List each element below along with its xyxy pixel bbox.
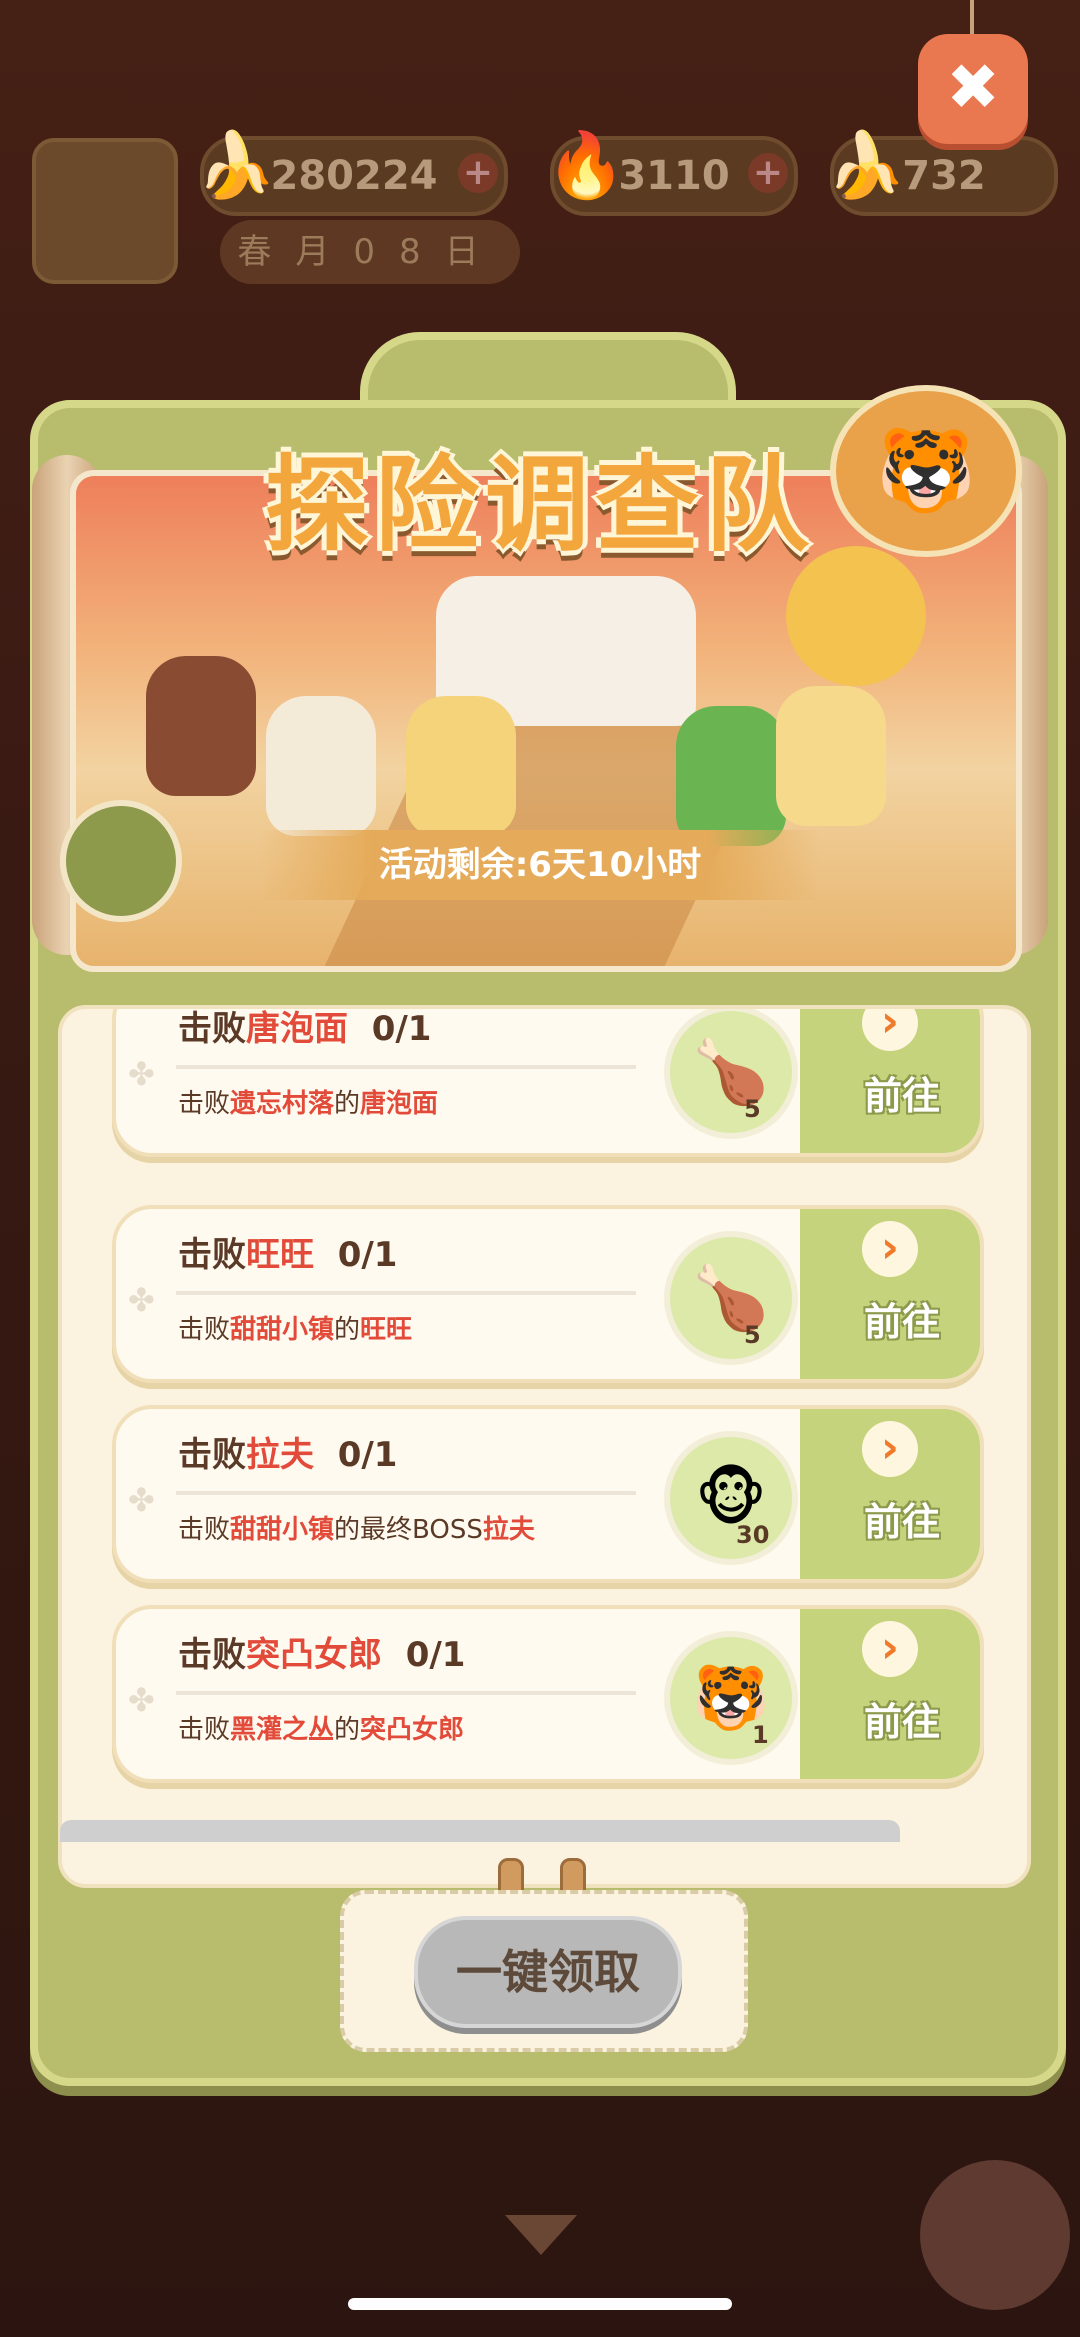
task-description: 击败甜甜小镇的旺旺 — [178, 1315, 413, 1345]
banana-value: 280224 — [270, 153, 438, 199]
next-task-peek — [60, 1820, 900, 1842]
arrow-right-icon: › — [862, 1221, 918, 1277]
home-indicator[interactable] — [348, 2298, 732, 2310]
task-item: ✤ 击败突凸女郎 0/1 击败黑灌之丛的突凸女郎 🐯 1 › 前往 — [112, 1605, 984, 1783]
clover-icon: ✤ — [128, 1481, 155, 1519]
go-label: 前往 — [863, 1300, 940, 1344]
tiger-badge-icon: 🐯 — [830, 385, 1022, 557]
player-avatar[interactable] — [32, 138, 178, 284]
arrow-right-icon: › — [862, 1421, 918, 1477]
go-button[interactable]: › 前往 — [800, 1609, 980, 1779]
task-item: ✤ 击败拉夫 0/1 击败甜甜小镇的最终BOSS拉夫 🐵 30 › 前往 — [112, 1405, 984, 1583]
clover-icon: ✤ — [128, 1055, 155, 1093]
task-divider — [176, 1065, 636, 1069]
claim-all-frame: 一键领取 — [340, 1890, 748, 2052]
down-arrow-icon[interactable] — [505, 2215, 577, 2255]
reward-count: 5 — [744, 1095, 761, 1123]
blue-banana-value: 732 — [902, 153, 986, 199]
task-list[interactable]: ✤ 击败唐泡面 0/1 击败遗忘村落的唐泡面 🍗 5 › 前往 ✤ 击败旺旺 0… — [58, 1005, 1031, 1888]
arrow-right-icon: › — [862, 1009, 918, 1051]
go-button[interactable]: › 前往 — [800, 1009, 980, 1153]
task-divider — [176, 1291, 636, 1295]
tiger-icon: 🐯 — [664, 1631, 798, 1765]
arrow-right-icon: › — [862, 1621, 918, 1677]
go-button[interactable]: › 前往 — [800, 1409, 980, 1579]
task-description: 击败遗忘村落的唐泡面 — [178, 1089, 439, 1119]
go-label: 前往 — [863, 1074, 940, 1118]
resource-bar: 🍌 280224 + 🔥 3110 + 🍌 732 春月08日 — [0, 120, 1080, 320]
clover-icon: ✤ — [128, 1281, 155, 1319]
task-divider — [176, 1491, 636, 1495]
duck-character — [776, 686, 886, 826]
season-date: 春月08日 — [220, 220, 520, 284]
clover-icon: ✤ — [128, 1681, 155, 1719]
monkey-icon: 🐵 — [664, 1431, 798, 1565]
helmet-icon — [60, 800, 182, 922]
reward-count: 1 — [752, 1721, 769, 1749]
cat-character — [266, 696, 376, 836]
banana-icon: 🍌 — [196, 129, 276, 203]
task-title: 击败突凸女郎 0/1 — [178, 1635, 466, 1675]
yarn-ball-icon[interactable] — [920, 2160, 1070, 2310]
yellow-cat-character — [406, 696, 516, 836]
mammoth-character — [146, 656, 256, 796]
task-description: 击败黑灌之丛的突凸女郎 — [178, 1715, 465, 1745]
banana-counter: 🍌 280224 + — [196, 129, 508, 216]
go-label: 前往 — [863, 1700, 940, 1744]
event-timer: 活动剩余:6天10小时 — [260, 830, 820, 900]
banana-add-button[interactable]: + — [458, 153, 498, 193]
blue-banana-counter: 🍌 732 — [826, 129, 1058, 216]
reward-count: 5 — [744, 1321, 761, 1349]
reward-count: 30 — [736, 1521, 770, 1549]
claim-all-button[interactable]: 一键领取 — [414, 1916, 682, 2028]
task-item: ✤ 击败唐泡面 0/1 击败遗忘村落的唐泡面 🍗 5 › 前往 — [112, 1009, 984, 1157]
go-button[interactable]: › 前往 — [800, 1209, 980, 1379]
task-title: 击败拉夫 0/1 — [178, 1435, 398, 1475]
flame-add-button[interactable]: + — [748, 153, 788, 193]
task-description: 击败甜甜小镇的最终BOSS拉夫 — [178, 1515, 535, 1545]
close-button[interactable]: ✖ — [918, 34, 1028, 144]
paw-icon: 🍗 — [664, 1009, 798, 1139]
blue-banana-icon: 🍌 — [826, 129, 906, 203]
flame-counter: 🔥 3110 + — [546, 129, 798, 216]
go-label: 前往 — [863, 1500, 940, 1544]
task-title: 击败旺旺 0/1 — [178, 1235, 398, 1275]
flame-icon: 🔥 — [546, 129, 626, 203]
task-divider — [176, 1691, 636, 1695]
task-item: ✤ 击败旺旺 0/1 击败甜甜小镇的旺旺 🍗 5 › 前往 — [112, 1205, 984, 1383]
paw-icon: 🍗 — [664, 1231, 798, 1365]
flame-value: 3110 — [618, 153, 730, 199]
task-title: 击败唐泡面 0/1 — [178, 1009, 432, 1049]
frog-character — [676, 706, 786, 846]
